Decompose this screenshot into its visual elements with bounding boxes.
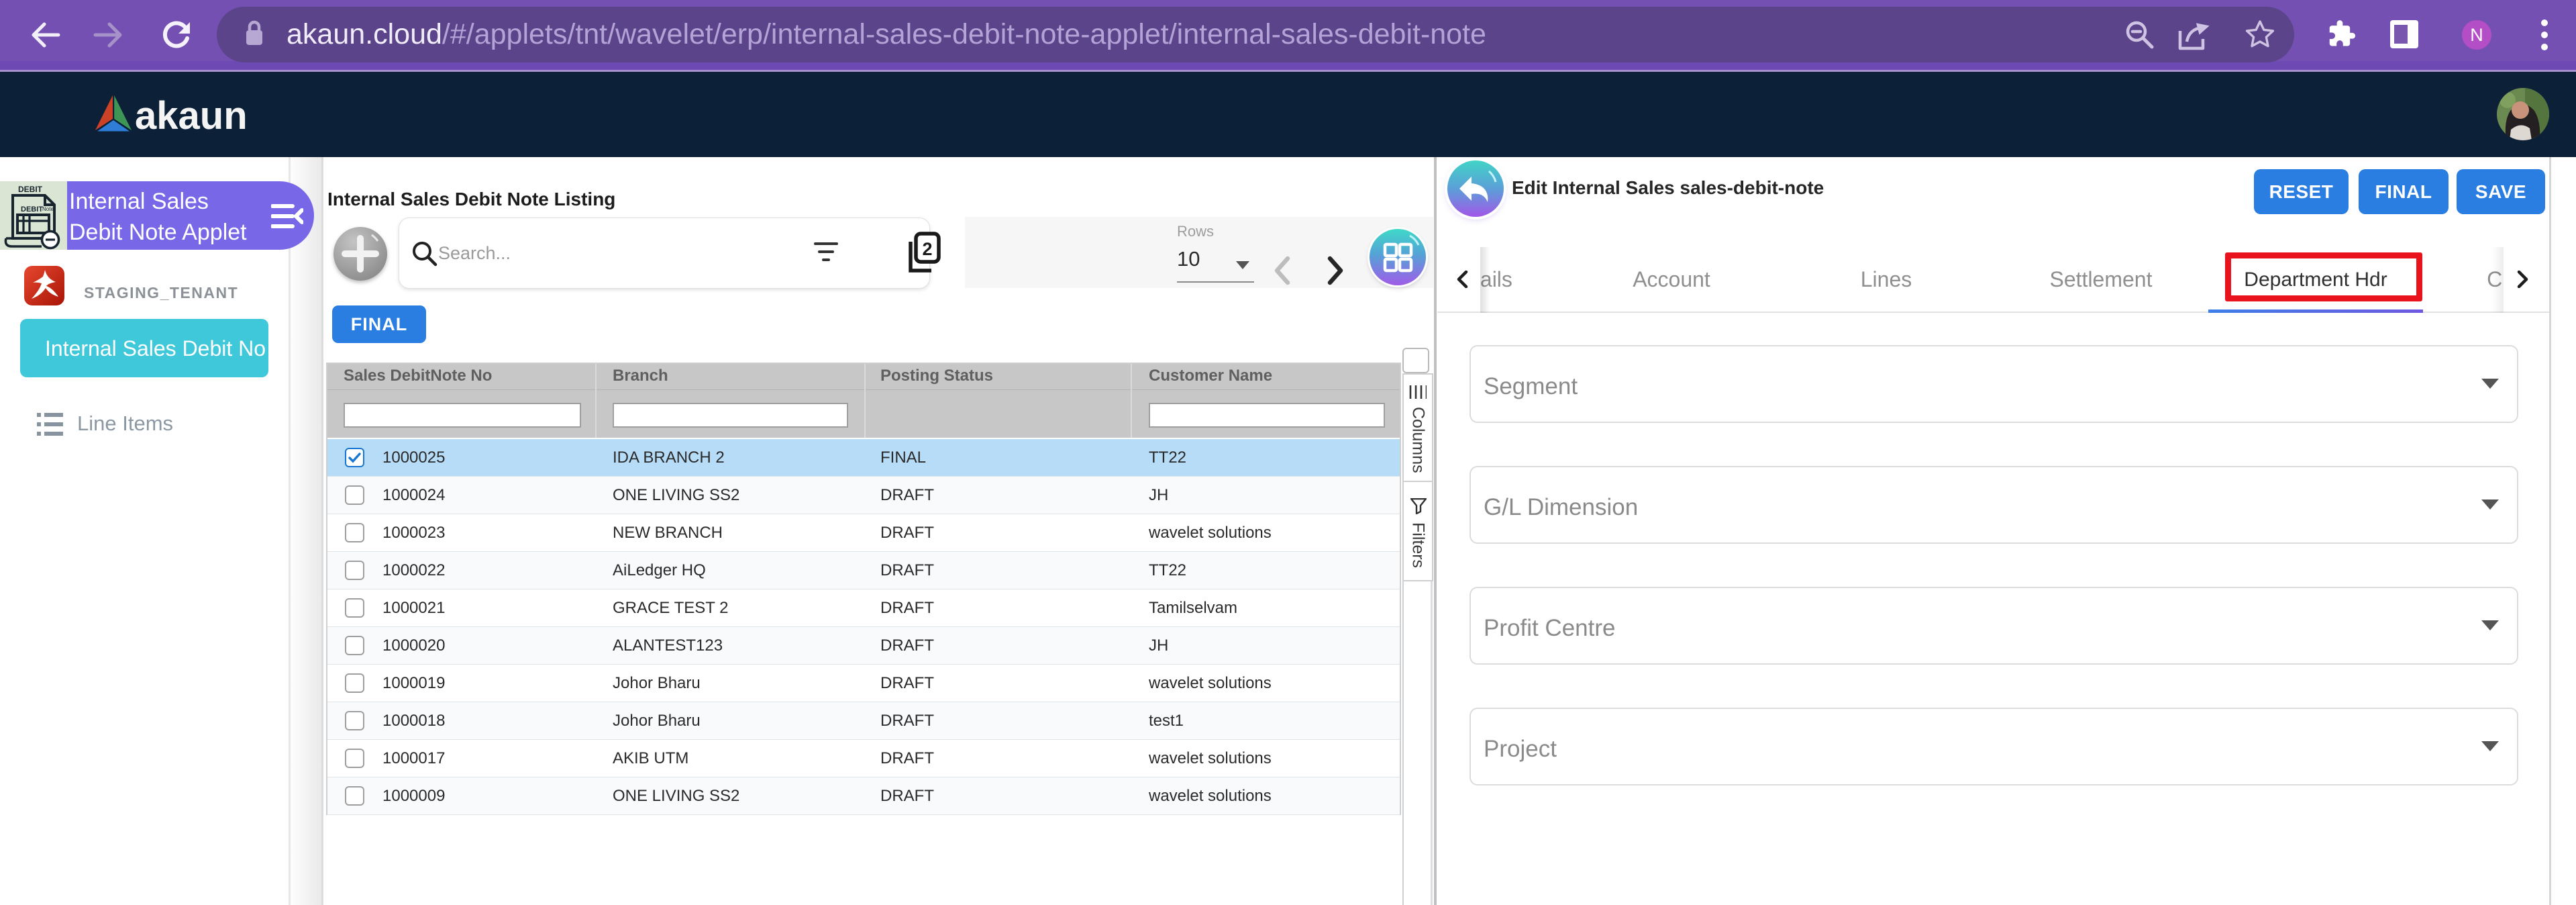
svg-text:DEBIT: DEBIT [18,185,43,194]
svg-text:2: 2 [922,239,932,259]
svg-text:Note.: Note. [42,206,55,212]
svg-text:DEBIT: DEBIT [21,205,43,213]
